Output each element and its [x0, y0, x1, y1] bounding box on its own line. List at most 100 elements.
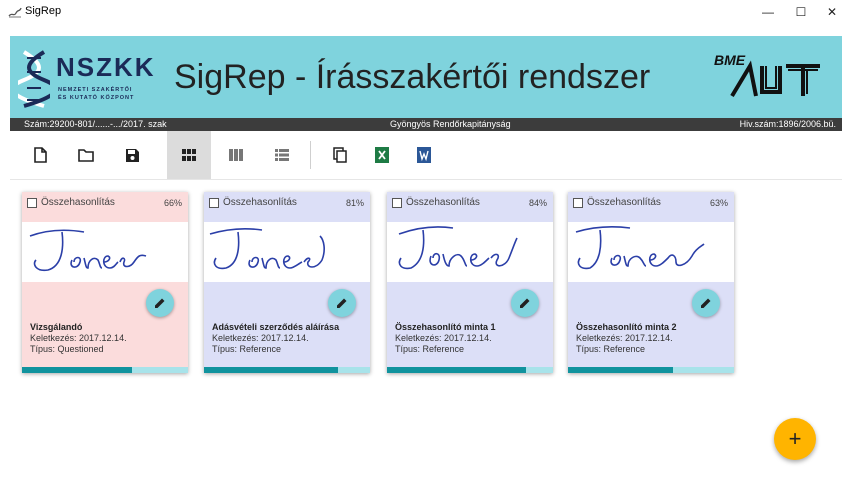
- signature-image: [568, 222, 734, 282]
- signature-image: [204, 222, 370, 282]
- sample-name: Összehasonlító minta 1: [395, 322, 496, 332]
- signature-card[interactable]: Összehasonlítás 63% Összehasonlító minta…: [568, 192, 734, 373]
- signature-stroke: [575, 226, 705, 270]
- open-folder-button[interactable]: [70, 139, 102, 171]
- authority-name: Gyöngyös Rendőrkapitányság: [390, 119, 511, 129]
- header-banner: NSZKK NEMZETI SZAKÉRTŐI ÉS KUTATÓ KÖZPON…: [10, 36, 842, 118]
- aut-logo-icon: [730, 60, 820, 98]
- edit-button[interactable]: [146, 289, 174, 317]
- copy-button[interactable]: [324, 139, 356, 171]
- card-footer: Vizsgálandó Keletkezés: 2017.12.14. Típu…: [22, 282, 188, 373]
- reference-number: Hiv.szám:1896/2006.bü.: [739, 119, 836, 129]
- edit-button[interactable]: [692, 289, 720, 317]
- open-folder-icon: [78, 149, 94, 162]
- compare-checkbox[interactable]: [573, 198, 583, 208]
- sample-type: Típus: Reference: [395, 344, 465, 354]
- compare-checkbox[interactable]: [209, 198, 219, 208]
- signature-card[interactable]: Összehasonlítás 81% Adásvételi szerződés…: [204, 192, 370, 373]
- add-sample-button[interactable]: +: [774, 418, 816, 460]
- maximize-button[interactable]: ☐: [786, 0, 816, 24]
- save-icon: [125, 148, 139, 162]
- column-view-button[interactable]: [220, 139, 252, 171]
- case-info-bar: Szám:29200-801/......-.../2017. szak Gyö…: [10, 118, 842, 131]
- excel-export-button[interactable]: [366, 139, 398, 171]
- pencil-icon: [155, 298, 165, 308]
- pencil-icon: [337, 298, 347, 308]
- signature-stroke: [398, 226, 518, 270]
- match-percent: 81%: [345, 198, 364, 208]
- toolbar: [10, 131, 842, 180]
- column-view-icon: [229, 149, 243, 161]
- case-number: Szám:29200-801/......-.../2017. szak: [24, 119, 167, 129]
- progress-bar: [568, 367, 734, 373]
- sample-date: Keletkezés: 2017.12.14.: [576, 333, 673, 343]
- progress-fill: [568, 367, 673, 373]
- card-footer: Összehasonlító minta 1 Keletkezés: 2017.…: [387, 282, 553, 373]
- signature-card[interactable]: Összehasonlítás 66% Vizsgálandó Keletkez…: [22, 192, 188, 373]
- card-footer: Összehasonlító minta 2 Keletkezés: 2017.…: [568, 282, 734, 373]
- word-export-button[interactable]: [408, 139, 440, 171]
- sample-date: Keletkezés: 2017.12.14.: [212, 333, 309, 343]
- compare-checkbox[interactable]: [392, 198, 402, 208]
- compare-label: Összehasonlítás: [41, 197, 115, 208]
- sample-type: Típus: Reference: [212, 344, 282, 354]
- minimize-button[interactable]: —: [753, 0, 783, 24]
- pencil-icon: [520, 298, 530, 308]
- excel-export-icon: [375, 147, 389, 163]
- signature-card[interactable]: Összehasonlítás 84% Összehasonlító minta…: [387, 192, 553, 373]
- signature-stroke: [209, 228, 325, 270]
- dna-helix-icon: [18, 50, 50, 108]
- progress-bar: [22, 367, 188, 373]
- bme-aut-logo: BME: [714, 50, 838, 100]
- grid-view-button[interactable]: [167, 131, 211, 179]
- compare-checkbox[interactable]: [27, 198, 37, 208]
- progress-bar: [387, 367, 553, 373]
- compare-label: Összehasonlítás: [223, 197, 297, 208]
- new-file-icon: [34, 147, 47, 163]
- card-header: Összehasonlítás 63%: [568, 192, 734, 222]
- logo-wordmark: NSZKK: [56, 52, 156, 82]
- sample-name: Adásvételi szerződés aláírása: [212, 322, 340, 332]
- toolbar-divider: [310, 141, 311, 169]
- window-title: SigRep: [25, 5, 62, 17]
- app-window: SigRep — ☐ ✕ NSZKK NEMZETI SZAKÉRTŐI ÉS …: [0, 0, 842, 487]
- match-percent: 84%: [528, 198, 547, 208]
- list-view-icon: [275, 149, 289, 161]
- progress-bar: [204, 367, 370, 373]
- grid-view-icon: [182, 149, 196, 161]
- new-file-button[interactable]: [24, 139, 56, 171]
- save-button[interactable]: [116, 139, 148, 171]
- sample-name: Vizsgálandó: [30, 322, 83, 332]
- sample-type: Típus: Questioned: [30, 344, 104, 354]
- compare-label: Összehasonlítás: [587, 197, 661, 208]
- progress-fill: [204, 367, 339, 373]
- sample-date: Keletkezés: 2017.12.14.: [30, 333, 127, 343]
- title-bar: SigRep — ☐ ✕: [0, 0, 842, 24]
- progress-fill: [387, 367, 527, 373]
- sample-date: Keletkezés: 2017.12.14.: [395, 333, 492, 343]
- list-view-button[interactable]: [266, 139, 298, 171]
- copy-icon: [333, 147, 347, 163]
- card-footer: Adásvételi szerződés aláírása Keletkezés…: [204, 282, 370, 373]
- match-percent: 63%: [709, 198, 728, 208]
- nszkk-logo: NSZKK NEMZETI SZAKÉRTŐI ÉS KUTATÓ KÖZPON…: [18, 50, 168, 108]
- card-header: Összehasonlítás 84%: [387, 192, 553, 222]
- card-header: Összehasonlítás 66%: [22, 192, 188, 222]
- sample-name: Összehasonlító minta 2: [576, 322, 677, 332]
- sample-type: Típus: Reference: [576, 344, 646, 354]
- compare-label: Összehasonlítás: [406, 197, 480, 208]
- page-title: SigRep - Írásszakértői rendszer: [174, 58, 651, 96]
- signature-image: [22, 222, 188, 282]
- card-header: Összehasonlítás 81%: [204, 192, 370, 222]
- edit-button[interactable]: [511, 289, 539, 317]
- logo-subtitle: NEMZETI SZAKÉRTŐI ÉS KUTATÓ KÖZPONT: [58, 86, 134, 102]
- signature-app-icon: [8, 7, 22, 18]
- signature-image: [387, 222, 553, 282]
- logo-subtitle-line2: ÉS KUTATÓ KÖZPONT: [58, 95, 135, 101]
- logo-subtitle-line1: NEMZETI SZAKÉRTŐI: [58, 87, 133, 93]
- pencil-icon: [701, 298, 711, 308]
- progress-fill: [22, 367, 132, 373]
- close-button[interactable]: ✕: [817, 0, 842, 24]
- edit-button[interactable]: [328, 289, 356, 317]
- match-percent: 66%: [163, 198, 182, 208]
